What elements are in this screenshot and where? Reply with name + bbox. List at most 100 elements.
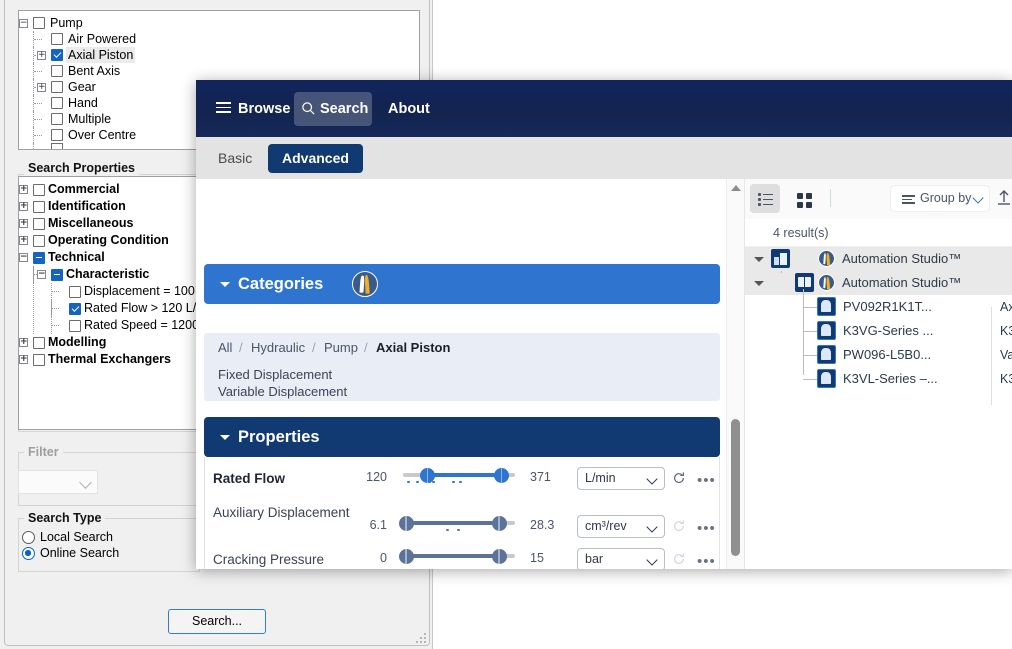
group-by-button[interactable]: Group by bbox=[891, 186, 989, 211]
search-button[interactable]: Search... bbox=[168, 609, 266, 634]
tree-node[interactable]: Bent Axis bbox=[19, 63, 419, 79]
tree-checkbox[interactable] bbox=[33, 200, 45, 213]
tree-checkbox[interactable] bbox=[51, 113, 63, 125]
tree-checkbox[interactable] bbox=[33, 251, 45, 264]
tree-node[interactable]: + Thermal Exchangers bbox=[19, 351, 199, 368]
property-range-slider[interactable] bbox=[398, 514, 515, 532]
tree-node[interactable]: + Modelling bbox=[19, 334, 199, 351]
tree-checkbox[interactable] bbox=[51, 129, 63, 141]
export-icon[interactable] bbox=[997, 189, 1011, 205]
tree-node[interactable]: + Identification bbox=[19, 198, 199, 215]
property-range-slider[interactable] bbox=[398, 547, 515, 565]
filters-scrollbar[interactable] bbox=[726, 179, 744, 569]
nav-search[interactable]: Search bbox=[320, 94, 368, 124]
result-item-row[interactable]: PV092R1K1T... Axial Pist bbox=[745, 295, 1012, 319]
expand-icon[interactable]: + bbox=[19, 202, 28, 211]
expand-icon[interactable]: + bbox=[19, 219, 28, 228]
tree-checkbox[interactable] bbox=[51, 81, 63, 93]
collapse-icon[interactable]: − bbox=[19, 253, 28, 262]
chevron-down-icon bbox=[646, 473, 658, 485]
more-options-icon[interactable]: ••• bbox=[697, 554, 716, 569]
tree-checkbox[interactable] bbox=[51, 49, 63, 61]
properties-section-header[interactable]: Properties bbox=[204, 417, 720, 457]
tree-node[interactable]: + Miscellaneous bbox=[19, 215, 199, 232]
categories-section-header[interactable]: Categories bbox=[204, 264, 720, 304]
property-unit-label: L/min bbox=[585, 471, 616, 485]
collapse-icon[interactable]: − bbox=[19, 18, 28, 28]
chevron-down-icon[interactable] bbox=[754, 257, 764, 262]
tree-node[interactable]: − Pump bbox=[19, 15, 419, 31]
property-unit-select[interactable]: bar bbox=[577, 548, 665, 569]
property-unit-select[interactable]: cm³/rev bbox=[577, 515, 665, 538]
tree-checkbox[interactable] bbox=[69, 285, 81, 298]
collapse-icon[interactable]: − bbox=[37, 270, 46, 279]
more-options-icon[interactable]: ••• bbox=[697, 473, 716, 488]
tree-node[interactable]: Displacement = 100 c bbox=[19, 283, 199, 300]
tree-checkbox[interactable] bbox=[51, 97, 63, 109]
tree-checkbox[interactable] bbox=[69, 302, 81, 315]
slider-handle-max[interactable] bbox=[491, 516, 507, 531]
tree-checkbox[interactable] bbox=[33, 353, 45, 366]
reset-icon[interactable] bbox=[672, 552, 686, 566]
result-group-row[interactable]: Automation Studio™ bbox=[745, 247, 1012, 271]
filter-select[interactable] bbox=[18, 470, 98, 494]
property-unit-select[interactable]: L/min bbox=[577, 467, 665, 490]
tree-node[interactable]: − Characteristic bbox=[19, 266, 199, 283]
expand-icon[interactable]: + bbox=[19, 236, 28, 245]
breadcrumb-all[interactable]: All bbox=[218, 333, 232, 363]
slider-handle-max[interactable] bbox=[491, 549, 507, 564]
result-item-row[interactable]: K3VG-Series ... K3VG Sw bbox=[745, 319, 1012, 343]
tree-node[interactable]: Rated Speed = 1200 bbox=[19, 317, 199, 334]
nav-browse[interactable]: Browse bbox=[238, 94, 290, 124]
tree-checkbox[interactable] bbox=[33, 234, 45, 247]
menu-icon[interactable] bbox=[216, 102, 231, 113]
expand-icon[interactable]: + bbox=[37, 82, 46, 92]
expand-icon[interactable]: + bbox=[19, 355, 28, 364]
more-options-icon[interactable]: ••• bbox=[697, 521, 716, 536]
tab-advanced[interactable]: Advanced bbox=[268, 144, 363, 173]
breadcrumb-hydraulic[interactable]: Hydraulic bbox=[251, 333, 305, 363]
property-range-slider[interactable] bbox=[403, 466, 515, 484]
chevron-down-icon[interactable] bbox=[754, 281, 764, 286]
result-item-row[interactable]: PW096-L5B0... Variable D bbox=[745, 343, 1012, 367]
tree-checkbox[interactable] bbox=[33, 336, 45, 349]
tree-checkbox[interactable] bbox=[33, 17, 45, 29]
radio-local-search[interactable] bbox=[22, 531, 35, 544]
category-option-variable[interactable]: Variable Displacement bbox=[218, 382, 347, 401]
slider-handle-min[interactable] bbox=[398, 516, 414, 531]
view-list-button[interactable] bbox=[750, 184, 780, 213]
slider-handle-max[interactable] bbox=[494, 468, 510, 483]
result-group-row[interactable]: Automation Studio™ bbox=[745, 271, 1012, 295]
tree-checkbox[interactable] bbox=[33, 183, 45, 196]
breadcrumb-pump[interactable]: Pump bbox=[324, 333, 358, 363]
tree-node-label: Modelling bbox=[48, 335, 107, 349]
slider-fill bbox=[406, 554, 500, 558]
expand-icon[interactable]: + bbox=[19, 338, 28, 347]
expand-icon[interactable]: + bbox=[37, 50, 46, 60]
reset-icon[interactable] bbox=[672, 519, 686, 533]
resize-grip-icon[interactable] bbox=[416, 633, 426, 643]
result-item-row[interactable]: K3VL-Series –... K3VL Axia bbox=[745, 367, 1012, 391]
tree-checkbox[interactable] bbox=[33, 217, 45, 230]
tree-checkbox[interactable] bbox=[69, 319, 81, 332]
expand-icon[interactable]: + bbox=[19, 185, 28, 194]
view-grid-button[interactable] bbox=[788, 184, 818, 213]
scrollbar-thumb[interactable] bbox=[731, 419, 740, 556]
tree-node[interactable]: − Technical bbox=[19, 249, 199, 266]
tree-node[interactable]: + Operating Condition bbox=[19, 232, 199, 249]
search-properties-tree[interactable]: + Commercial + Identification + Miscellaneous… bbox=[18, 176, 200, 430]
tab-basic[interactable]: Basic bbox=[204, 144, 266, 173]
nav-about[interactable]: About bbox=[388, 94, 430, 124]
tree-node[interactable]: Air Powered bbox=[19, 31, 419, 47]
tree-checkbox[interactable] bbox=[51, 268, 63, 281]
scroll-up-arrow-icon[interactable] bbox=[731, 185, 741, 191]
tree-checkbox[interactable] bbox=[51, 33, 63, 45]
slider-handle-min[interactable] bbox=[398, 549, 414, 564]
radio-online-search[interactable] bbox=[22, 547, 35, 560]
tree-node[interactable]: + Axial Piston bbox=[19, 47, 419, 63]
tree-checkbox[interactable] bbox=[51, 65, 63, 77]
property-row: Cracking Pressure 0 15 bar ••• bbox=[205, 545, 719, 569]
reset-icon[interactable] bbox=[672, 471, 686, 485]
tree-node[interactable]: + Commercial bbox=[19, 181, 199, 198]
tree-node[interactable]: Rated Flow > 120 L/m bbox=[19, 300, 199, 317]
